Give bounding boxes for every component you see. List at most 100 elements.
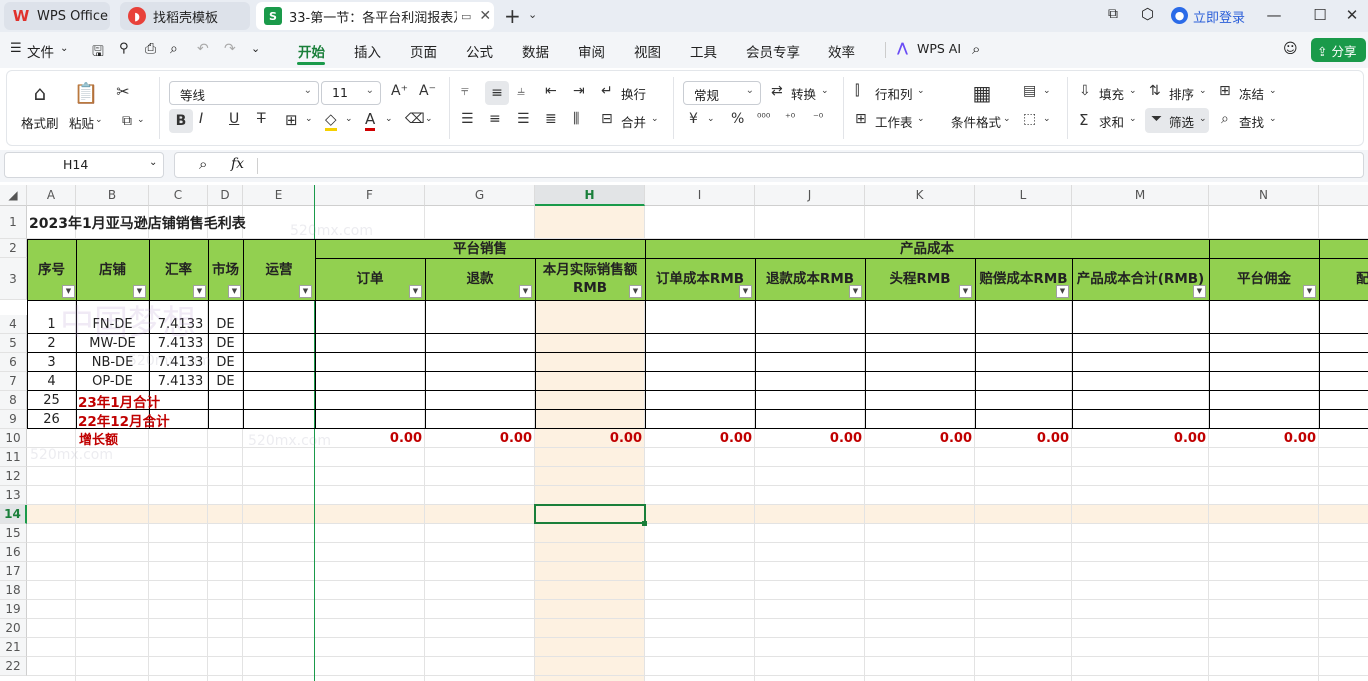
- redo-icon[interactable]: ↷: [224, 41, 236, 57]
- decrease-decimal-icon[interactable]: ⁻⁰: [813, 111, 823, 124]
- number-format-select[interactable]: 常规 ⌄: [683, 81, 761, 105]
- menu-wps-ai[interactable]: WPS AI: [917, 41, 961, 56]
- fill-chevron-icon[interactable]: ⌄: [1129, 86, 1137, 96]
- column-header-h[interactable]: H: [535, 185, 645, 206]
- quick-access-chevron-icon[interactable]: ⌄: [251, 42, 260, 55]
- menu-formula[interactable]: 公式: [466, 41, 493, 61]
- sum-icon[interactable]: Σ: [1079, 111, 1088, 129]
- close-tab-icon[interactable]: ✕: [479, 8, 491, 24]
- search-icon[interactable]: ⌕: [972, 40, 980, 58]
- font-color-chevron-icon[interactable]: ⌄: [385, 114, 393, 124]
- cell-seq[interactable]: 3: [27, 353, 76, 372]
- row-header-9[interactable]: 9: [0, 410, 27, 429]
- column-header-n[interactable]: N: [1209, 185, 1319, 206]
- column-header-j[interactable]: J: [755, 185, 865, 206]
- row-header-12[interactable]: 12: [0, 467, 27, 486]
- clear-chevron-icon[interactable]: ⌄: [425, 114, 433, 124]
- filter-dropdown-icon[interactable]: ▼: [409, 285, 422, 298]
- wrap-text-button[interactable]: 换行: [621, 84, 646, 103]
- convert-button[interactable]: 转换: [791, 84, 816, 103]
- align-middle-icon[interactable]: ≡: [485, 81, 509, 105]
- filter-chevron-icon[interactable]: ⌄: [1199, 114, 1207, 124]
- align-center-icon[interactable]: ≡: [489, 111, 501, 127]
- sort-chevron-icon[interactable]: ⌄: [1199, 86, 1207, 96]
- cut-icon[interactable]: ✂: [113, 81, 133, 101]
- copy-chevron-icon[interactable]: ⌄: [137, 115, 145, 125]
- cell-growth-value[interactable]: 0.00: [865, 429, 972, 448]
- file-chevron-icon[interactable]: ⌄: [60, 43, 68, 54]
- menu-data[interactable]: 数据: [522, 41, 549, 61]
- cell-growth-value[interactable]: 0.00: [535, 429, 642, 448]
- align-top-icon[interactable]: ⫧: [461, 83, 469, 99]
- conditional-format-icon[interactable]: ▦: [969, 81, 995, 105]
- filter-dropdown-icon[interactable]: ▼: [193, 285, 206, 298]
- cell-seq[interactable]: 2: [27, 334, 76, 353]
- border-chevron-icon[interactable]: ⌄: [305, 114, 313, 124]
- row-header-14[interactable]: 14: [0, 505, 27, 524]
- decrease-font-icon[interactable]: A⁻: [419, 83, 436, 99]
- convert-chevron-icon[interactable]: ⌄: [821, 86, 829, 96]
- filter-dropdown-icon[interactable]: ▼: [959, 285, 972, 298]
- cell-market[interactable]: DE: [208, 353, 243, 372]
- selected-cell-h14[interactable]: [534, 504, 646, 524]
- tab-docer-templates[interactable]: ◗ 找稻壳模板: [120, 2, 250, 30]
- print-icon[interactable]: ⎙: [145, 41, 156, 57]
- row-header-13[interactable]: 13: [0, 486, 27, 505]
- find-icon[interactable]: ⌕: [1221, 111, 1229, 127]
- cell-style-chevron-icon[interactable]: ⌄: [1043, 86, 1051, 96]
- currency-chevron-icon[interactable]: ⌄: [707, 114, 715, 124]
- chevron-down-icon[interactable]: ⌄: [149, 157, 157, 168]
- fill-color-chevron-icon[interactable]: ⌄: [345, 114, 353, 124]
- fill-color-icon[interactable]: ◇: [325, 109, 337, 131]
- distribute-icon[interactable]: ⫼: [573, 111, 579, 127]
- fill-icon[interactable]: ⇩: [1079, 83, 1091, 99]
- wps-ai-icon[interactable]: ⋀: [897, 41, 908, 56]
- rows-cols-icon[interactable]: ⫿: [855, 83, 859, 99]
- cell-rate[interactable]: 7.4133: [149, 315, 208, 334]
- menu-insert[interactable]: 插入: [354, 41, 381, 61]
- cell-store[interactable]: FN-DE: [76, 315, 149, 334]
- print-preview-icon[interactable]: ⌕: [170, 41, 178, 57]
- align-bottom-icon[interactable]: ⫨: [517, 83, 525, 99]
- fill-button[interactable]: 填充: [1099, 84, 1124, 103]
- formula-input-area[interactable]: ⌕ fx: [174, 152, 1364, 178]
- filter-label[interactable]: 筛选: [1169, 112, 1194, 131]
- worksheet-icon[interactable]: ⊞: [855, 111, 867, 127]
- filter-dropdown-icon[interactable]: ▼: [1056, 285, 1069, 298]
- row-header-4[interactable]: 4: [0, 315, 27, 334]
- tab-active-spreadsheet[interactable]: S 33-第一节：各平台利润报表及 ▭ ✕: [256, 2, 494, 30]
- find-chevron-icon[interactable]: ⌄: [1269, 114, 1277, 124]
- row-header-3[interactable]: 3: [0, 258, 27, 300]
- cell-seq[interactable]: 1: [27, 315, 76, 334]
- cell-size-chevron-icon[interactable]: ⌄: [1043, 114, 1051, 124]
- row-header-18[interactable]: 18: [0, 581, 27, 600]
- spreadsheet-grid[interactable]: ◢ A B C D E F G H I J K L M N 1 2 3 4 5 6 7 8 9 10 11 12 13 14 15 16 17…: [0, 185, 1368, 681]
- paste-icon[interactable]: 📋: [73, 81, 99, 105]
- sum-button[interactable]: 求和: [1099, 112, 1124, 131]
- row-header-2[interactable]: 2: [0, 239, 27, 258]
- merge-icon[interactable]: ⊟: [601, 111, 613, 127]
- row-header-5[interactable]: 5: [0, 334, 27, 353]
- menu-file[interactable]: 文件: [27, 41, 54, 61]
- close-window-icon[interactable]: ✕: [1334, 0, 1368, 30]
- font-name-select[interactable]: 等线 ⌄: [169, 81, 319, 105]
- border-icon[interactable]: ⊞: [285, 111, 298, 129]
- column-header-m[interactable]: M: [1072, 185, 1209, 206]
- indent-decrease-icon[interactable]: ⇤: [545, 83, 557, 99]
- cell-growth-value[interactable]: 0.00: [1072, 429, 1206, 448]
- name-box[interactable]: H14 ⌄: [4, 152, 164, 178]
- justify-icon[interactable]: ≣: [545, 111, 557, 127]
- font-color-icon[interactable]: A: [365, 109, 376, 131]
- paste-button[interactable]: 粘贴: [69, 113, 94, 132]
- cell-store[interactable]: MW-DE: [76, 334, 149, 353]
- row-header-20[interactable]: 20: [0, 619, 27, 638]
- row-header-16[interactable]: 16: [0, 543, 27, 562]
- sum-chevron-icon[interactable]: ⌄: [1129, 114, 1137, 124]
- row-header-8[interactable]: 8: [0, 391, 27, 410]
- increase-decimal-icon[interactable]: ⁺⁰: [785, 111, 795, 124]
- row-header-6[interactable]: 6: [0, 353, 27, 372]
- user-avatar-icon[interactable]: ●: [1171, 7, 1188, 24]
- strikethrough-icon[interactable]: T: [257, 111, 266, 127]
- menu-efficiency[interactable]: 效率: [828, 41, 855, 61]
- sort-button[interactable]: 排序: [1169, 84, 1194, 103]
